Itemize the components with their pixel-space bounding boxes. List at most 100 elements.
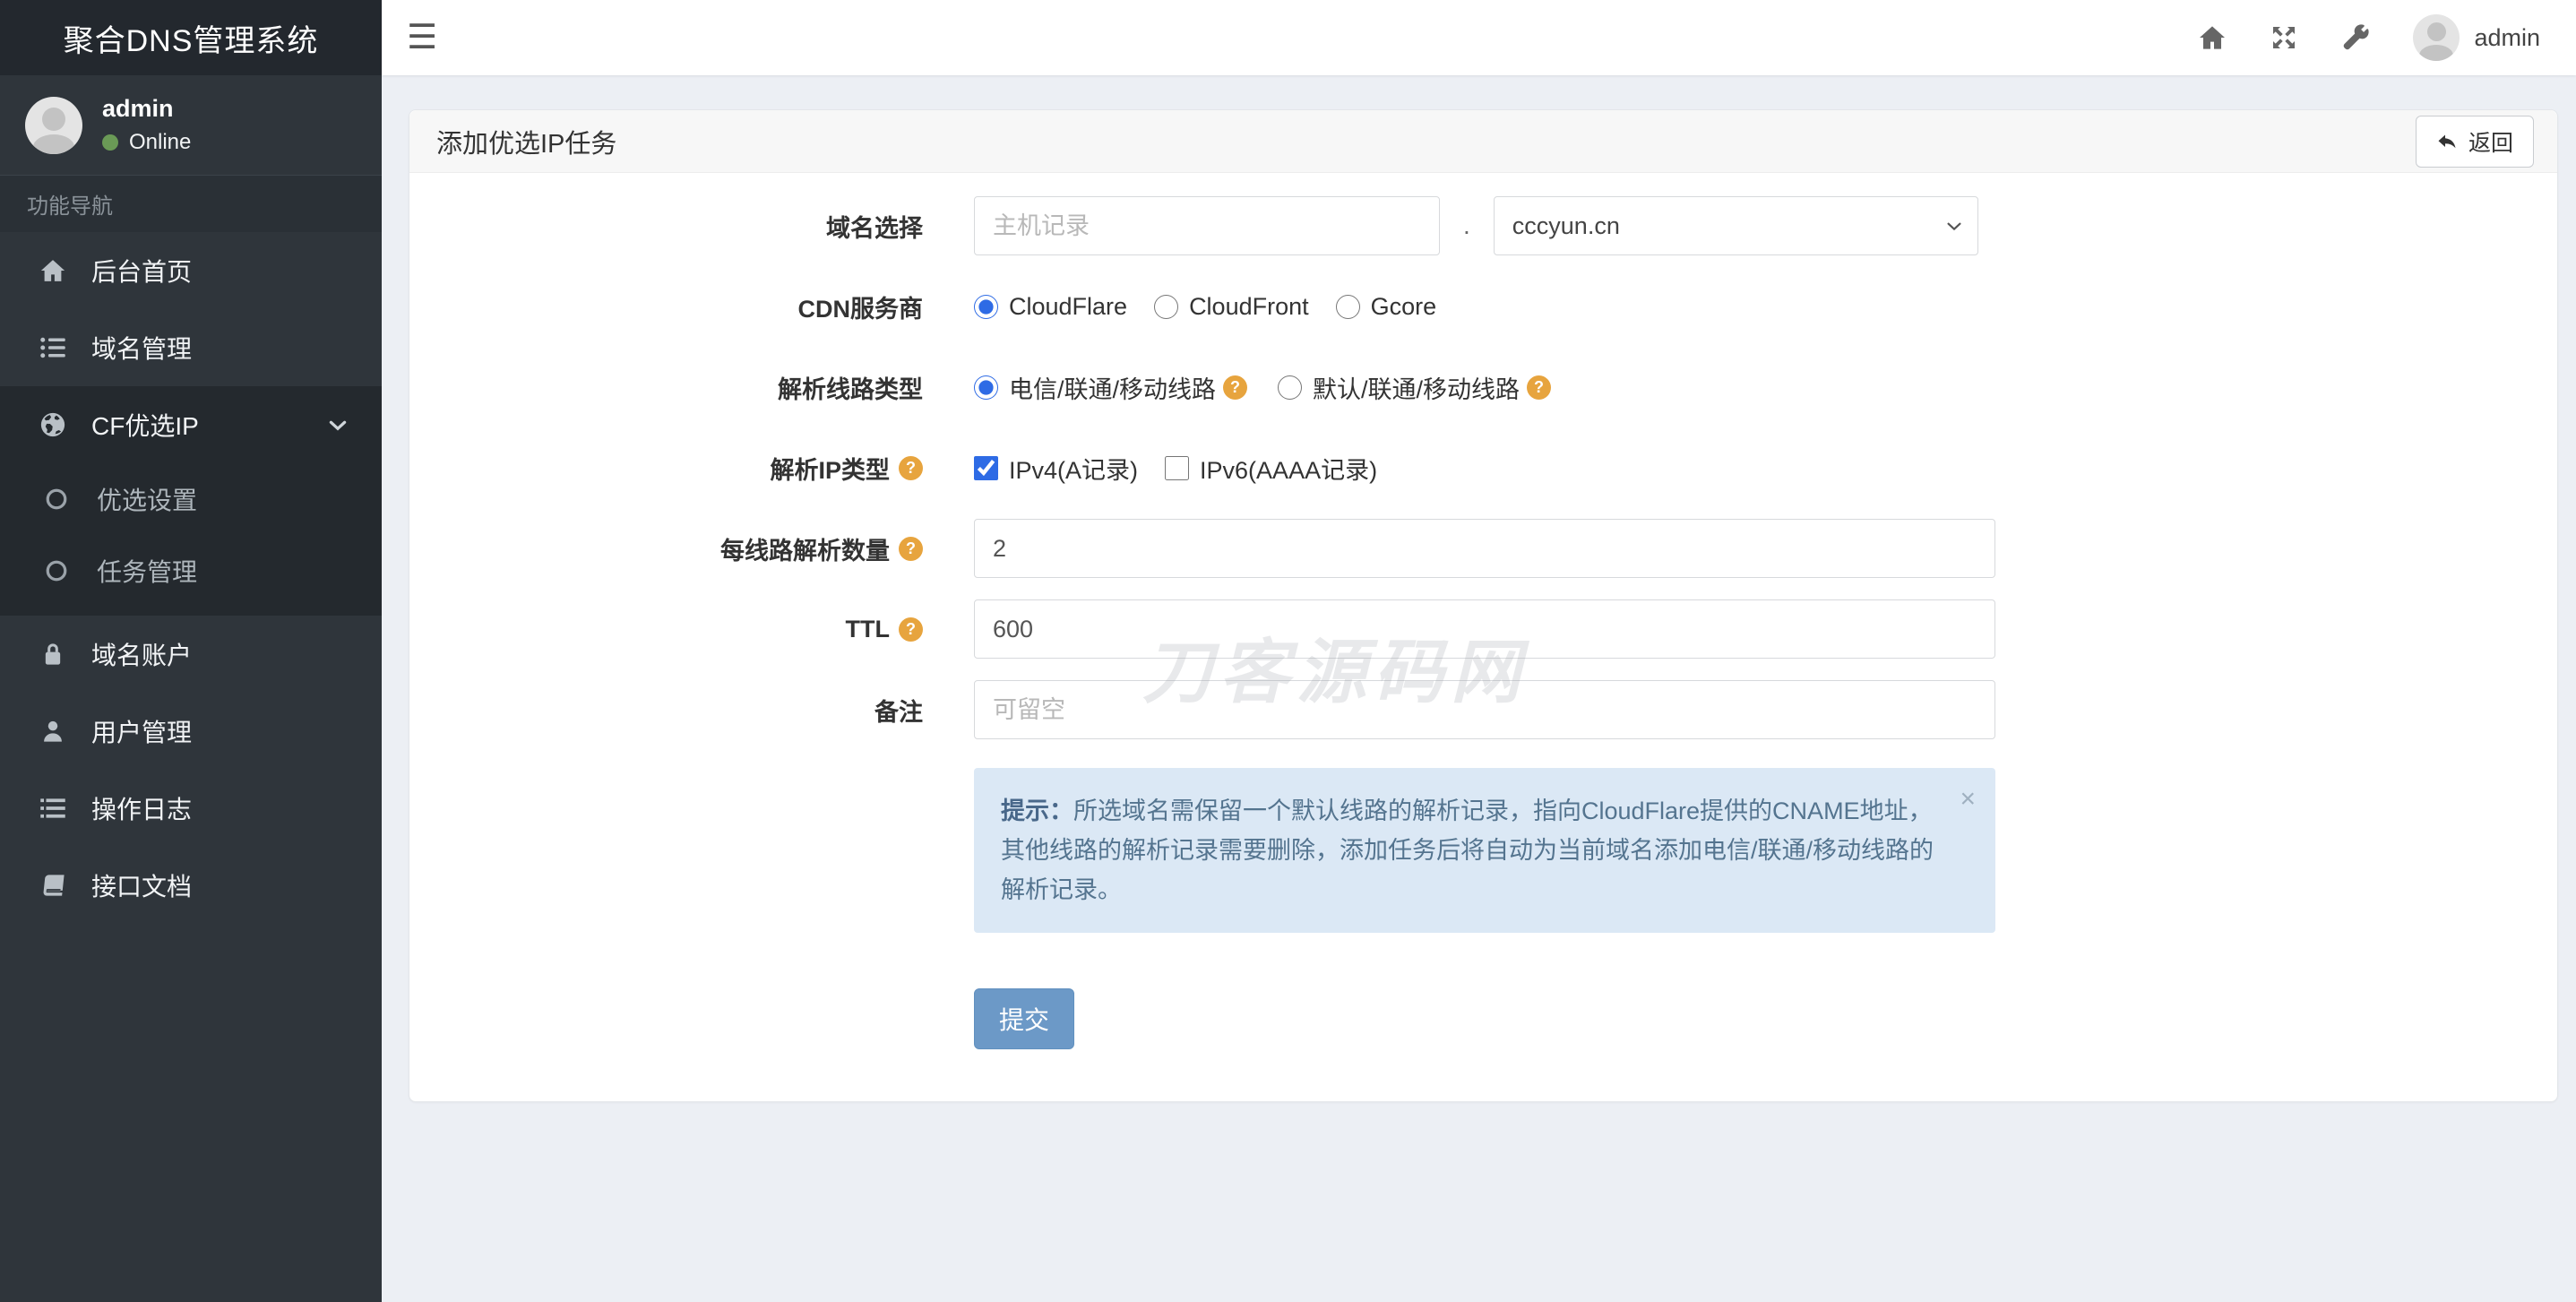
line-type-option-default[interactable]: 默认/联通/移动线路 ? bbox=[1278, 370, 1555, 405]
line-type-option-isp[interactable]: 电信/联通/移动线路 ? bbox=[974, 370, 1251, 405]
isp-line-radio[interactable] bbox=[974, 375, 998, 400]
page-title: 添加优选IP任务 bbox=[436, 129, 617, 159]
menu-toggle-icon[interactable]: ☰ bbox=[407, 21, 437, 55]
sidebar-item-label: 域名账户 bbox=[91, 642, 193, 669]
add-task-panel: 添加优选IP任务 返回 域名选择 . bbox=[409, 109, 2558, 1102]
sidebar-item-label: 后台首页 bbox=[91, 258, 193, 286]
topbar-username: admin bbox=[2474, 23, 2540, 51]
form-row-remark: 备注 bbox=[409, 680, 2557, 739]
cloudfront-radio[interactable] bbox=[1154, 294, 1179, 319]
form-row-ip-type: 解析IP类型 ? IPv4(A记录) IPv6(AAAA记录) bbox=[409, 438, 2557, 497]
sidebar-item-api-docs[interactable]: 接口文档 bbox=[0, 847, 382, 924]
remark-input[interactable] bbox=[974, 680, 1995, 739]
help-icon[interactable]: ? bbox=[1223, 375, 1248, 400]
per-line-count-input[interactable] bbox=[974, 519, 1995, 578]
user-status-label: Online bbox=[129, 130, 192, 154]
domain-select[interactable]: cccyun.cn bbox=[1493, 196, 1978, 255]
sidebar-item-cf-ip[interactable]: CF优选IP bbox=[0, 386, 382, 463]
form-row-domain: 域名选择 . cccyun.cn bbox=[409, 196, 2557, 255]
circle-icon bbox=[41, 487, 72, 511]
app-title: 聚合DNS管理系统 bbox=[0, 0, 382, 75]
topbar-user-menu[interactable]: admin bbox=[2413, 14, 2540, 61]
ip-type-option-ipv6[interactable]: IPv6(AAAA记录) bbox=[1165, 451, 1377, 486]
sidebar-subitem-label: 任务管理 bbox=[97, 558, 198, 586]
hint-alert: 提示：所选域名需保留一个默认线路的解析记录，指向CloudFlare提供的CNA… bbox=[974, 768, 1995, 933]
form-row-cdn: CDN服务商 CloudFlare CloudFront Gcore bbox=[409, 277, 2557, 336]
cdn-option-cloudflare[interactable]: CloudFlare bbox=[974, 293, 1127, 321]
sidebar-item-label: 用户管理 bbox=[91, 719, 193, 746]
domain-label: 域名选择 bbox=[826, 214, 923, 242]
line-type-option-label: 电信/联通/移动线路 bbox=[1009, 375, 1217, 403]
line-type-option-label: 默认/联通/移动线路 bbox=[1313, 375, 1521, 403]
domain-separator: . bbox=[1463, 211, 1470, 239]
online-status-icon bbox=[102, 134, 118, 151]
per-line-count-label: 每线路解析数量 bbox=[720, 537, 890, 565]
sidebar-section-label: 功能导航 bbox=[0, 175, 382, 232]
hint-prefix: 提示： bbox=[1001, 798, 1073, 824]
panel-body: 域名选择 . cccyun.cn bbox=[409, 173, 2557, 1101]
form-row-line-type: 解析线路类型 电信/联通/移动线路 ? 默认/联通/移动线路 ? bbox=[409, 358, 2557, 417]
book-icon bbox=[38, 873, 68, 898]
user-icon bbox=[38, 719, 68, 744]
lock-icon bbox=[38, 642, 68, 667]
back-button-label: 返回 bbox=[2468, 130, 2513, 156]
sidebar-item-domains[interactable]: 域名管理 bbox=[0, 309, 382, 386]
sidebar-item-operation-logs[interactable]: 操作日志 bbox=[0, 770, 382, 847]
ipv6-checkbox[interactable] bbox=[1165, 455, 1190, 480]
sidebar-item-label: 域名管理 bbox=[91, 335, 193, 363]
sidebar-item-label: 操作日志 bbox=[91, 796, 193, 823]
cdn-option-gcore[interactable]: Gcore bbox=[1335, 292, 1437, 321]
ttl-label: TTL bbox=[845, 615, 890, 642]
back-button[interactable]: 返回 bbox=[2415, 115, 2534, 168]
close-icon[interactable]: × bbox=[1960, 786, 1976, 813]
help-icon[interactable]: ? bbox=[899, 617, 923, 642]
home-icon bbox=[38, 257, 68, 284]
sidebar: 聚合DNS管理系统 admin Online 功能导航 后台首页 域名管理 CF… bbox=[0, 0, 382, 1302]
line-type-label: 解析线路类型 bbox=[778, 375, 923, 403]
home-icon[interactable] bbox=[2198, 23, 2227, 52]
ttl-input[interactable] bbox=[974, 599, 1995, 659]
ip-type-option-ipv4[interactable]: IPv4(A记录) bbox=[974, 451, 1138, 486]
default-line-radio[interactable] bbox=[1278, 375, 1303, 400]
topbar: ☰ admin bbox=[382, 0, 2576, 75]
globe-icon bbox=[38, 411, 68, 438]
cdn-label: CDN服务商 bbox=[797, 295, 924, 323]
sidebar-item-label: 接口文档 bbox=[91, 873, 193, 901]
sidebar-submenu: 优选设置 任务管理 bbox=[0, 463, 382, 616]
gcore-radio[interactable] bbox=[1335, 294, 1360, 319]
form-row-ttl: TTL ? bbox=[409, 599, 2557, 659]
hint-text: 所选域名需保留一个默认线路的解析记录，指向CloudFlare提供的CNAME地… bbox=[1001, 798, 1934, 903]
ip-type-label: 解析IP类型 bbox=[770, 456, 890, 484]
sidebar-item-dashboard[interactable]: 后台首页 bbox=[0, 232, 382, 309]
help-icon[interactable]: ? bbox=[1527, 375, 1552, 400]
sidebar-item-user-management[interactable]: 用户管理 bbox=[0, 693, 382, 770]
sidebar-subitem-label: 优选设置 bbox=[97, 487, 198, 514]
remark-label: 备注 bbox=[874, 698, 923, 726]
host-record-input[interactable] bbox=[974, 196, 1440, 255]
sidebar-item-label: CF优选IP bbox=[91, 412, 199, 440]
fullscreen-icon[interactable] bbox=[2270, 23, 2298, 52]
ip-type-option-label: IPv4(A记录) bbox=[1009, 456, 1139, 484]
ipv4-checkbox[interactable] bbox=[974, 455, 998, 480]
ip-type-option-label: IPv6(AAAA记录) bbox=[1200, 456, 1378, 484]
reply-icon bbox=[2436, 131, 2458, 152]
chevron-down-icon bbox=[326, 413, 349, 436]
user-status: Online bbox=[102, 130, 191, 155]
content-area: 添加优选IP任务 返回 域名选择 . bbox=[382, 75, 2576, 1302]
cloudflare-radio[interactable] bbox=[974, 294, 998, 319]
help-icon[interactable]: ? bbox=[899, 536, 923, 561]
form-row-per-line-count: 每线路解析数量 ? bbox=[409, 519, 2557, 578]
sidebar-item-preferred-settings[interactable]: 优选设置 bbox=[0, 463, 382, 535]
wrench-icon[interactable] bbox=[2341, 23, 2370, 52]
user-avatar bbox=[25, 96, 82, 154]
sidebar-item-task-management[interactable]: 任务管理 bbox=[0, 535, 382, 607]
cdn-option-label: CloudFlare bbox=[1009, 292, 1128, 320]
submit-button[interactable]: 提交 bbox=[974, 988, 1075, 1049]
sidebar-item-domain-accounts[interactable]: 域名账户 bbox=[0, 616, 382, 693]
cdn-option-label: CloudFront bbox=[1189, 292, 1309, 320]
sidebar-nav: 后台首页 域名管理 CF优选IP 优选设置 任务管理 域名账户 用户管理 操作日… bbox=[0, 232, 382, 924]
help-icon[interactable]: ? bbox=[899, 455, 923, 480]
cdn-option-label: Gcore bbox=[1370, 292, 1437, 320]
user-name: admin bbox=[102, 95, 174, 122]
cdn-option-cloudfront[interactable]: CloudFront bbox=[1154, 293, 1309, 321]
